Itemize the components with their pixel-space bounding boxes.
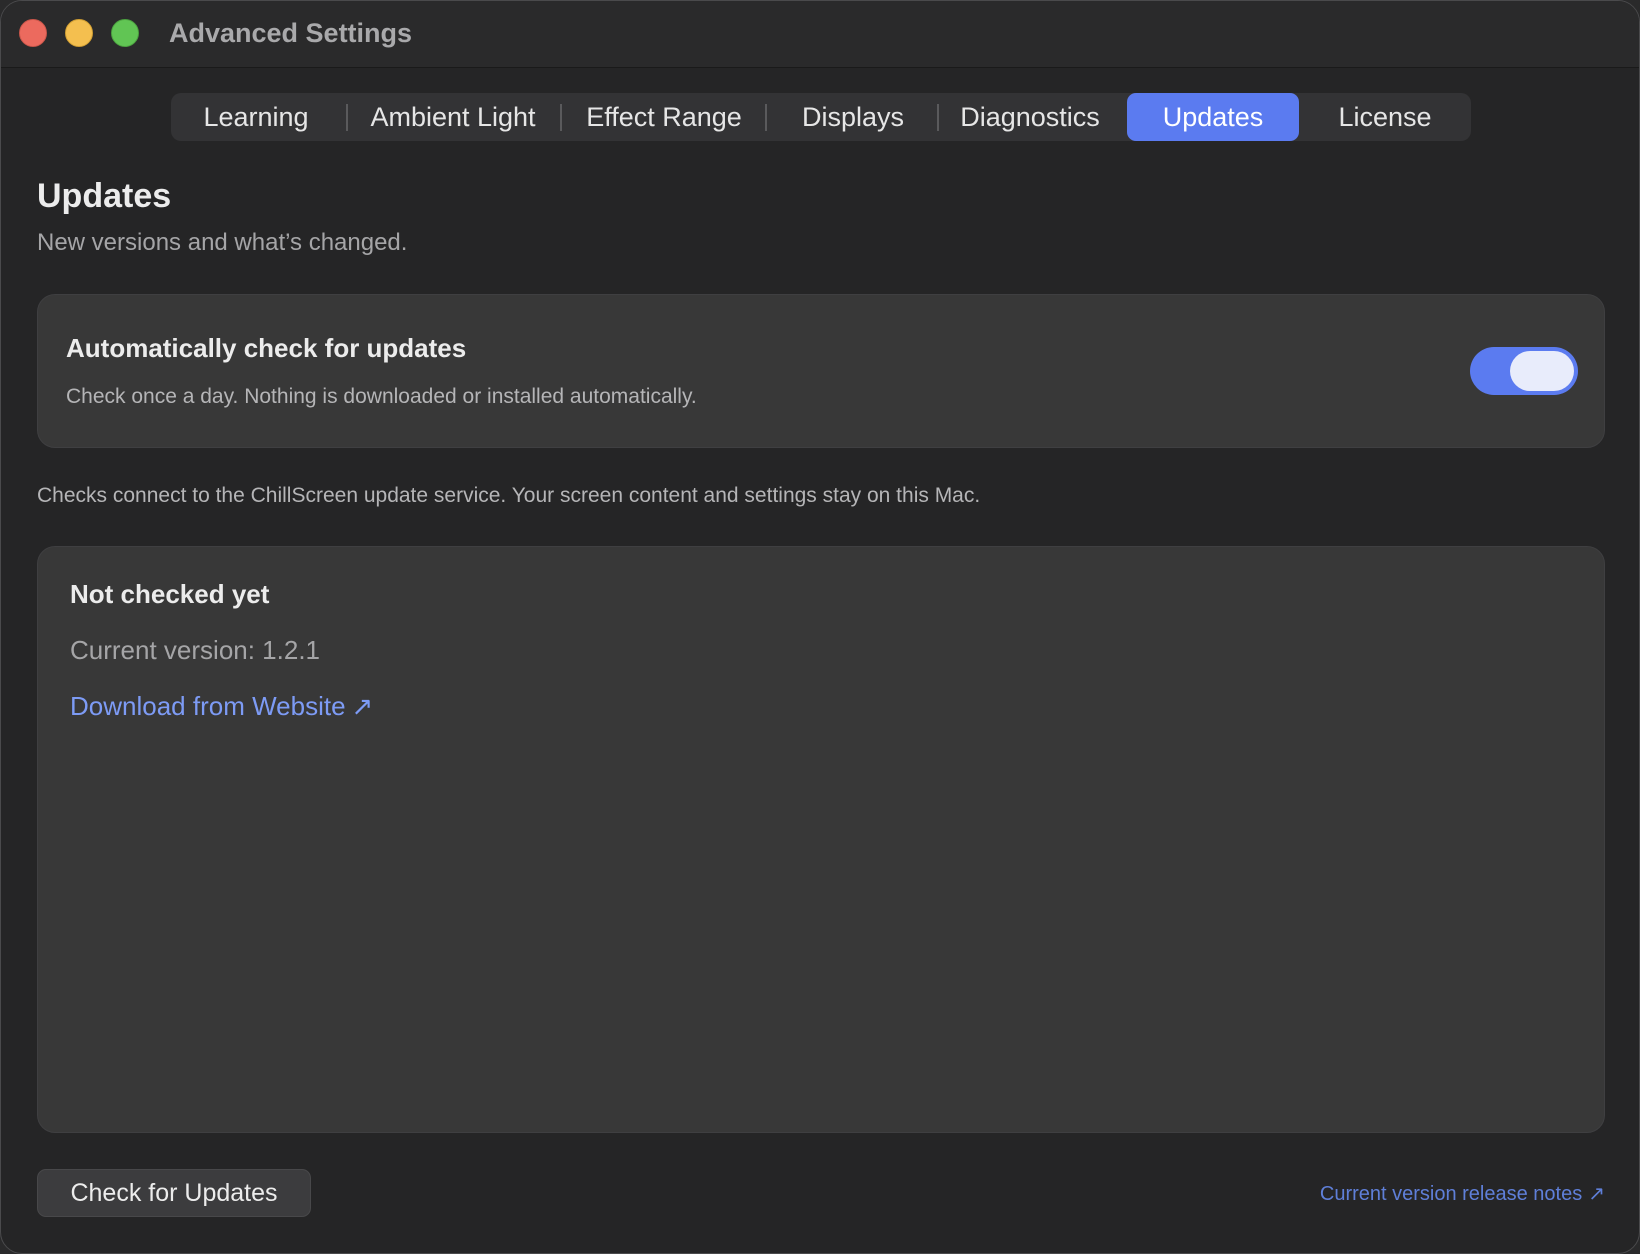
tab-ambient-light[interactable]: Ambient Light: [349, 93, 557, 141]
toggle-knob: [1510, 351, 1574, 391]
settings-window: Advanced Settings Learning Ambient Light…: [0, 0, 1640, 1254]
maximize-window-button[interactable]: [111, 19, 139, 47]
check-for-updates-button[interactable]: Check for Updates: [37, 1169, 311, 1217]
update-status: Not checked yet: [70, 579, 270, 609]
arrow-up-right-icon: ↗: [351, 691, 374, 721]
update-status-card: Not checked yet Current version: 1.2.1 D…: [37, 546, 1605, 1133]
arrow-up-right-icon: ↗: [1588, 1183, 1605, 1205]
download-link-label: Download from Website: [70, 691, 346, 721]
tab-separator: [765, 104, 767, 131]
close-window-button[interactable]: [19, 19, 47, 47]
tab-separator: [560, 104, 562, 131]
release-notes-label: Current version release notes: [1319, 1183, 1583, 1205]
auto-check-title: Automatically check for updates: [66, 333, 467, 363]
tab-diagnostics[interactable]: Diagnostics: [940, 93, 1120, 141]
auto-check-card: Automatically check for updates Check on…: [37, 294, 1605, 448]
tab-license[interactable]: License: [1299, 93, 1471, 141]
tab-separator: [937, 104, 939, 131]
tab-effect-range[interactable]: Effect Range: [563, 93, 765, 141]
release-notes-link[interactable]: Current version release notes ↗: [1320, 1181, 1605, 1206]
tab-separator: [346, 104, 348, 131]
current-version: Current version: 1.2.1: [70, 635, 321, 665]
page-title: Updates: [37, 177, 172, 215]
page-subtitle: New versions and what’s changed.: [37, 229, 408, 256]
auto-check-toggle[interactable]: [1470, 347, 1578, 395]
minimize-window-button[interactable]: [65, 19, 93, 47]
window-title: Advanced Settings: [169, 18, 413, 48]
title-bar: Advanced Settings: [1, 1, 1639, 68]
tab-bar: Learning Ambient Light Effect Range Disp…: [171, 93, 1471, 141]
tab-displays[interactable]: Displays: [768, 93, 938, 141]
privacy-note: Checks connect to the ChillScreen update…: [37, 484, 981, 507]
tab-updates[interactable]: Updates: [1127, 93, 1299, 141]
tab-learning[interactable]: Learning: [171, 93, 341, 141]
download-from-website-link[interactable]: Download from Website ↗: [70, 691, 373, 722]
auto-check-description: Check once a day. Nothing is downloaded …: [66, 385, 697, 408]
